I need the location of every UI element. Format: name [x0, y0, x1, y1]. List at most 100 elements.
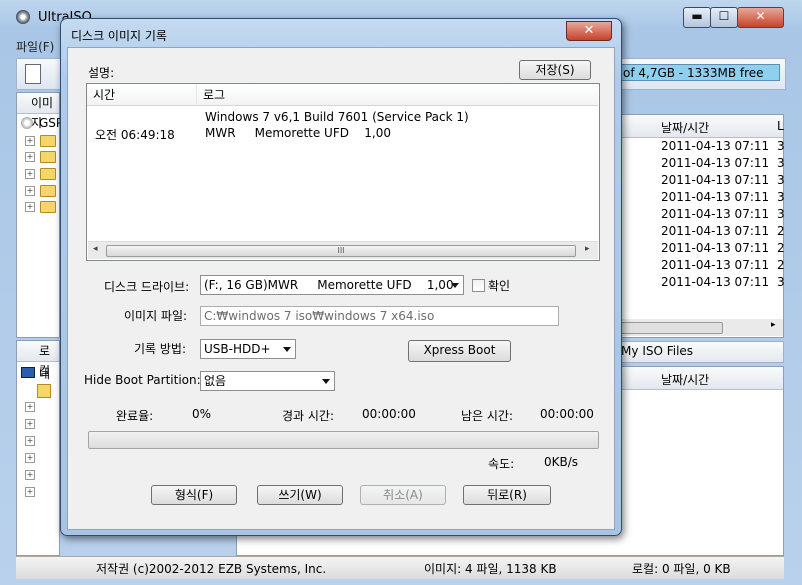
- cell-last: 3: [777, 139, 785, 153]
- app-icon: [16, 10, 30, 24]
- log-row-2-text: MWR Memorette UFD 1,00: [205, 126, 391, 140]
- list-header: 날짜/시간: [621, 367, 783, 390]
- scroll-left-icon[interactable]: ◂: [93, 244, 98, 254]
- verify-checkbox[interactable]: [472, 279, 485, 292]
- local-tree-pane: 로컬 내 + + + + + +: [16, 340, 60, 556]
- cell-last: 2: [777, 241, 785, 255]
- write-button[interactable]: 쓰기(W): [257, 485, 343, 505]
- scroll-right-icon[interactable]: ▸: [771, 320, 776, 330]
- horizontal-scrollbar[interactable]: ▸: [621, 319, 783, 336]
- maximize-button[interactable]: ☐: [710, 7, 738, 28]
- scroll-right-icon[interactable]: ▸: [585, 244, 590, 254]
- image-file-list: 날짜/시간 L 2011-04-13 07:11 3 2011-04-13 07:1…: [620, 114, 785, 338]
- col-datetime[interactable]: 날짜/시간: [661, 371, 709, 388]
- status-copyright: 저작권 (c)2002-2012 EZB Systems, Inc.: [96, 562, 327, 576]
- status-image: 이미지: 4 파일, 1138 KB: [424, 562, 557, 576]
- expand-icon[interactable]: +: [25, 453, 35, 463]
- col-log[interactable]: 로그: [197, 84, 598, 106]
- col-last[interactable]: L: [777, 119, 784, 133]
- elapsed-time-value: 00:00:00: [362, 407, 416, 421]
- capacity-bar: of 4,7GB - 1333MB free: [618, 64, 780, 81]
- drive-icon: +: [25, 453, 35, 463]
- remaining-time-label: 남은 시간:: [461, 409, 514, 423]
- table-row[interactable]: 2011-04-13 07:11 2: [621, 241, 785, 257]
- disk-drive-value: (F:, 16 GB)MWR Memorette UFD 1,00: [204, 278, 454, 292]
- tree-root-local-label[interactable]: 내: [39, 365, 50, 382]
- disk-drive-select[interactable]: (F:, 16 GB)MWR Memorette UFD 1,00: [200, 275, 464, 295]
- expand-icon[interactable]: +: [25, 402, 35, 412]
- save-button[interactable]: 저장(S): [519, 60, 591, 80]
- format-button[interactable]: 형식(F): [151, 485, 237, 505]
- table-row[interactable]: 2011-04-13 07:11 3: [621, 156, 785, 172]
- hide-boot-partition-label: Hide Boot Partition:: [84, 373, 201, 387]
- completion-label: 완료율:: [116, 409, 154, 423]
- cell-last: 2: [777, 258, 785, 272]
- chevron-down-icon: [283, 347, 291, 352]
- expand-icon[interactable]: +: [25, 169, 35, 179]
- table-row[interactable]: 2011-04-13 07:11 3: [621, 207, 785, 223]
- hide-boot-partition-select[interactable]: 없음: [200, 371, 335, 391]
- expand-icon[interactable]: +: [25, 419, 35, 429]
- cell-last: 3: [777, 275, 785, 289]
- write-method-select[interactable]: USB-HDD+: [200, 339, 296, 359]
- scroll-thumb[interactable]: III: [106, 245, 576, 257]
- table-row[interactable]: 2011-04-13 07:11 3: [621, 173, 785, 189]
- image-file-label: 이미지 파일:: [124, 309, 188, 323]
- local-tab[interactable]: 로컬: [17, 341, 59, 378]
- cell-last: 3: [777, 173, 785, 187]
- table-row[interactable]: 2011-04-13 07:11 2: [621, 258, 785, 274]
- cell-datetime: 2011-04-13 07:11: [661, 275, 770, 289]
- expand-icon[interactable]: +: [25, 186, 35, 196]
- image-file-field[interactable]: C:₩windwos 7 iso₩windows 7 x64.iso: [200, 306, 559, 326]
- drive-icon: +: [25, 419, 35, 429]
- menu-file[interactable]: 파일(F): [16, 38, 66, 56]
- chevron-down-icon: [451, 283, 459, 288]
- table-row[interactable]: 2011-04-13 07:11 3: [621, 275, 785, 291]
- minimize-button[interactable]: ▬: [683, 7, 711, 28]
- cell-datetime: 2011-04-13 07:11: [661, 173, 770, 187]
- status-bar: 저작권 (c)2002-2012 EZB Systems, Inc. 이미지: …: [16, 556, 784, 579]
- col-datetime[interactable]: 날짜/시간: [661, 119, 709, 136]
- description-label: 설명:: [88, 66, 115, 80]
- folder-icon: [37, 384, 51, 398]
- close-window-button[interactable]: ✕: [737, 7, 784, 28]
- completion-value: 0%: [192, 407, 212, 421]
- expand-icon[interactable]: +: [25, 136, 35, 146]
- remaining-time-value: 00:00:00: [540, 407, 594, 421]
- list-header: 날짜/시간 L: [621, 115, 784, 138]
- speed-value: 0KB/s: [544, 455, 579, 469]
- xpress-boot-button[interactable]: Xpress Boot: [408, 340, 511, 362]
- dialog-title: 디스크 이미지 기록: [71, 29, 167, 43]
- table-row[interactable]: 2011-04-13 07:11 2: [621, 224, 785, 240]
- cell-last: 2: [777, 224, 785, 238]
- cell-last: 3: [777, 156, 785, 170]
- drive-icon: +: [25, 402, 35, 412]
- cancel-button[interactable]: 취소(A): [360, 485, 446, 505]
- dialog-close-button[interactable]: ✕: [566, 21, 612, 41]
- disk-drive-label: 디스크 드라이브:: [104, 280, 190, 294]
- log-listview: 시간 로그 Windows 7 v6,1 Build 7601 (Service…: [86, 83, 600, 261]
- log-row-1-text: Windows 7 v6,1 Build 7601 (Service Pack …: [205, 110, 469, 124]
- chevron-down-icon: [322, 379, 330, 384]
- expand-icon[interactable]: +: [25, 487, 35, 497]
- local-path-bar: \My ISO Files: [610, 341, 784, 363]
- local-path-text: \My ISO Files: [617, 344, 694, 358]
- log-horizontal-scrollbar[interactable]: ◂ III ▸: [88, 241, 598, 259]
- expand-icon[interactable]: +: [25, 202, 35, 212]
- new-file-icon[interactable]: [25, 64, 41, 84]
- expand-icon[interactable]: +: [25, 152, 35, 162]
- drive-icon: +: [25, 436, 35, 446]
- expand-icon[interactable]: +: [25, 436, 35, 446]
- dialog-client-area: 설명: 저장(S) 시간 로그 Windows 7 v6,1 Build 760…: [67, 47, 615, 530]
- col-time[interactable]: 시간: [87, 84, 197, 106]
- back-button[interactable]: 뒤로(R): [463, 485, 551, 505]
- table-row[interactable]: 2011-04-13 07:11 3: [621, 139, 785, 155]
- speed-label: 속도:: [488, 457, 515, 471]
- image-tab[interactable]: 이미지: [17, 93, 59, 130]
- cell-datetime: 2011-04-13 07:11: [661, 207, 770, 221]
- table-row[interactable]: 2011-04-13 07:11 3: [621, 190, 785, 206]
- expand-icon[interactable]: +: [25, 470, 35, 480]
- elapsed-time-label: 경과 시간:: [282, 409, 335, 423]
- write-method-value: USB-HDD+: [204, 342, 271, 356]
- burn-disk-image-dialog: 디스크 이미지 기록 ✕ 설명: 저장(S) 시간 로그 Windows 7 v…: [60, 18, 622, 536]
